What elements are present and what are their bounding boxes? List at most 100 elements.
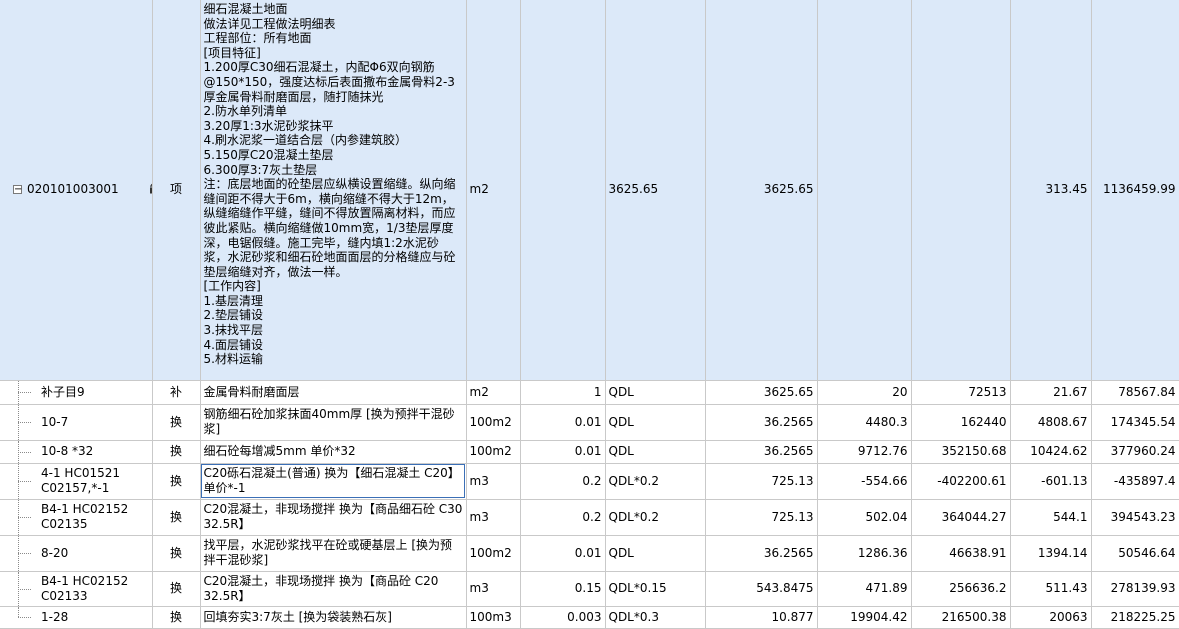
- factor-cell[interactable]: 0.01: [520, 440, 606, 464]
- expr-cell[interactable]: QDL*0.15: [605, 571, 706, 607]
- price-cell[interactable]: 502.04: [817, 499, 912, 536]
- code-cell[interactable]: 1-28: [0, 606, 153, 629]
- total-cell[interactable]: 72513: [911, 380, 1011, 405]
- unit-cell[interactable]: 100m2: [466, 404, 521, 441]
- total-cell[interactable]: [911, 0, 1011, 381]
- description-cell[interactable]: 细石混凝土地面 做法详见工程做法明细表 工程部位：所有地面 [项目特征] 1.200厚C…: [200, 0, 467, 381]
- name-cell[interactable]: 找平层，水泥砂浆找平在砼或硬基层上 [换为预拌干混砂浆]: [200, 535, 467, 572]
- sub-row[interactable]: 10-7 换钢筋细石砼加浆抹面40mm厚 [换为预拌干混砂浆] 100m2 0.01 Q…: [0, 404, 1179, 441]
- qty-cell[interactable]: 10.877: [705, 606, 818, 629]
- type-cell[interactable]: 换: [152, 499, 201, 536]
- price-cell[interactable]: 1286.36: [817, 535, 912, 572]
- sub-row[interactable]: 8-20 换找平层，水泥砂浆找平在砼或硬基层上 [换为预拌干混砂浆] 100m2 0.…: [0, 535, 1179, 572]
- unit-cell[interactable]: 100m3: [466, 606, 521, 629]
- factor-cell[interactable]: 0.01: [520, 404, 606, 441]
- qty-cell[interactable]: 3625.65: [705, 380, 818, 405]
- total-cell[interactable]: 256636.2: [911, 571, 1011, 607]
- expr-cell[interactable]: QDL: [605, 440, 706, 464]
- factor-cell[interactable]: [520, 0, 606, 381]
- sub-row[interactable]: 4-1 HC01521 C02157,*-1 换 C20砾石混凝土(普通) 换为【细…: [0, 463, 1179, 500]
- total-cell[interactable]: 46638.91: [911, 535, 1011, 572]
- code-cell[interactable]: 10-8 *32: [0, 440, 153, 464]
- qty-cell[interactable]: 725.13: [705, 463, 818, 500]
- type-cell[interactable]: 换: [152, 404, 201, 441]
- type-cell[interactable]: 换: [152, 571, 201, 607]
- price-cell[interactable]: 20: [817, 380, 912, 405]
- sub-row[interactable]: B4-1 HC02152 C02133 换 C20混凝土，非现场搅拌 换为【商品砼 …: [0, 571, 1179, 607]
- code-cell[interactable]: 补子目9: [0, 380, 153, 405]
- sum-cell[interactable]: 278139.93: [1091, 571, 1179, 607]
- type-cell[interactable]: 项: [152, 0, 201, 381]
- price-cell[interactable]: 4480.3: [817, 404, 912, 441]
- factor-cell[interactable]: 0.01: [520, 535, 606, 572]
- minus-square-icon[interactable]: −: [13, 185, 22, 195]
- sub-row[interactable]: 10-8 *32 换细石砼每增减5mm 单价*32 100m2 0.01 QDL 36.2…: [0, 440, 1179, 464]
- sub-row[interactable]: 1-28 换回填夯实3:7灰土 [换为袋装熟石灰] 100m3 0.003 QDL*0.…: [0, 606, 1179, 629]
- unit-total-cell[interactable]: 4808.67: [1010, 404, 1092, 441]
- type-cell[interactable]: 换: [152, 535, 201, 572]
- qty-cell[interactable]: 36.2565: [705, 440, 818, 464]
- unit-cell[interactable]: m3: [466, 571, 521, 607]
- factor-cell[interactable]: 0.003: [520, 606, 606, 629]
- total-cell[interactable]: 216500.38: [911, 606, 1011, 629]
- sub-row[interactable]: 补子目9 补金属骨料耐磨面层 m2 1 QDL 3625.65 20 72513 21.67 78…: [0, 380, 1179, 405]
- code-cell[interactable]: −020101003001: [0, 0, 153, 381]
- unit-total-cell[interactable]: 544.1: [1010, 499, 1092, 536]
- type-cell[interactable]: 换: [152, 606, 201, 629]
- expr-cell[interactable]: 3625.65: [605, 0, 706, 381]
- name-cell[interactable]: C20砾石混凝土(普通) 换为【细石混凝土 C20】 单价*-1: [200, 463, 467, 500]
- qty-cell[interactable]: 36.2565: [705, 535, 818, 572]
- factor-cell[interactable]: 0.2: [520, 499, 606, 536]
- sum-cell[interactable]: 394543.23: [1091, 499, 1179, 536]
- sum-cell[interactable]: 78567.84: [1091, 380, 1179, 405]
- unit-total-cell[interactable]: 511.43: [1010, 571, 1092, 607]
- type-cell[interactable]: 换: [152, 463, 201, 500]
- qty-cell[interactable]: 3625.65: [705, 0, 818, 381]
- expr-cell[interactable]: QDL: [605, 404, 706, 441]
- price-cell[interactable]: 471.89: [817, 571, 912, 607]
- unit-total-cell[interactable]: 313.45: [1010, 0, 1092, 381]
- unit-total-cell[interactable]: 21.67: [1010, 380, 1092, 405]
- factor-cell[interactable]: 0.15: [520, 571, 606, 607]
- sum-cell[interactable]: -435897.4: [1091, 463, 1179, 500]
- unit-cell[interactable]: m3: [466, 499, 521, 536]
- unit-total-cell[interactable]: 1394.14: [1010, 535, 1092, 572]
- total-cell[interactable]: 162440: [911, 404, 1011, 441]
- name-cell[interactable]: 回填夯实3:7灰土 [换为袋装熟石灰]: [200, 606, 467, 629]
- code-cell[interactable]: 8-20: [0, 535, 153, 572]
- qty-cell[interactable]: 36.2565: [705, 404, 818, 441]
- code-cell[interactable]: 4-1 HC01521 C02157,*-1: [0, 463, 153, 500]
- code-cell[interactable]: B4-1 HC02152 C02133: [0, 571, 153, 607]
- qty-cell[interactable]: 725.13: [705, 499, 818, 536]
- unit-cell[interactable]: m2: [466, 380, 521, 405]
- unit-cell[interactable]: m2: [466, 0, 521, 381]
- sum-cell[interactable]: 377960.24: [1091, 440, 1179, 464]
- expr-cell[interactable]: QDL: [605, 380, 706, 405]
- expr-cell[interactable]: QDL*0.3: [605, 606, 706, 629]
- unit-total-cell[interactable]: 10424.62: [1010, 440, 1092, 464]
- expr-cell[interactable]: QDL*0.2: [605, 463, 706, 500]
- main-row[interactable]: −020101003001 项 细石混凝土地面 做法详见工程做法明细表 工程部位：所…: [0, 0, 1179, 381]
- expr-cell[interactable]: QDL: [605, 535, 706, 572]
- factor-cell[interactable]: 1: [520, 380, 606, 405]
- sub-row[interactable]: B4-1 HC02152 C02135 换 C20混凝土，非现场搅拌 换为【商品细石…: [0, 499, 1179, 536]
- price-cell[interactable]: 9712.76: [817, 440, 912, 464]
- name-cell[interactable]: 钢筋细石砼加浆抹面40mm厚 [换为预拌干混砂浆]: [200, 404, 467, 441]
- qty-cell[interactable]: 543.8475: [705, 571, 818, 607]
- name-cell[interactable]: C20混凝土，非现场搅拌 换为【商品砼 C20 32.5R】: [200, 571, 467, 607]
- type-cell[interactable]: 换: [152, 440, 201, 464]
- name-cell[interactable]: 细石砼每增减5mm 单价*32: [200, 440, 467, 464]
- unit-total-cell[interactable]: -601.13: [1010, 463, 1092, 500]
- name-cell[interactable]: 金属骨料耐磨面层: [200, 380, 467, 405]
- code-cell[interactable]: B4-1 HC02152 C02135: [0, 499, 153, 536]
- type-cell[interactable]: 补: [152, 380, 201, 405]
- factor-cell[interactable]: 0.2: [520, 463, 606, 500]
- unit-cell[interactable]: 100m2: [466, 535, 521, 572]
- total-cell[interactable]: 364044.27: [911, 499, 1011, 536]
- name-cell[interactable]: C20混凝土，非现场搅拌 换为【商品细石砼 C30 32.5R】: [200, 499, 467, 536]
- price-cell[interactable]: [817, 0, 912, 381]
- expr-cell[interactable]: QDL*0.2: [605, 499, 706, 536]
- unit-cell[interactable]: m3: [466, 463, 521, 500]
- code-cell[interactable]: 10-7: [0, 404, 153, 441]
- unit-cell[interactable]: 100m2: [466, 440, 521, 464]
